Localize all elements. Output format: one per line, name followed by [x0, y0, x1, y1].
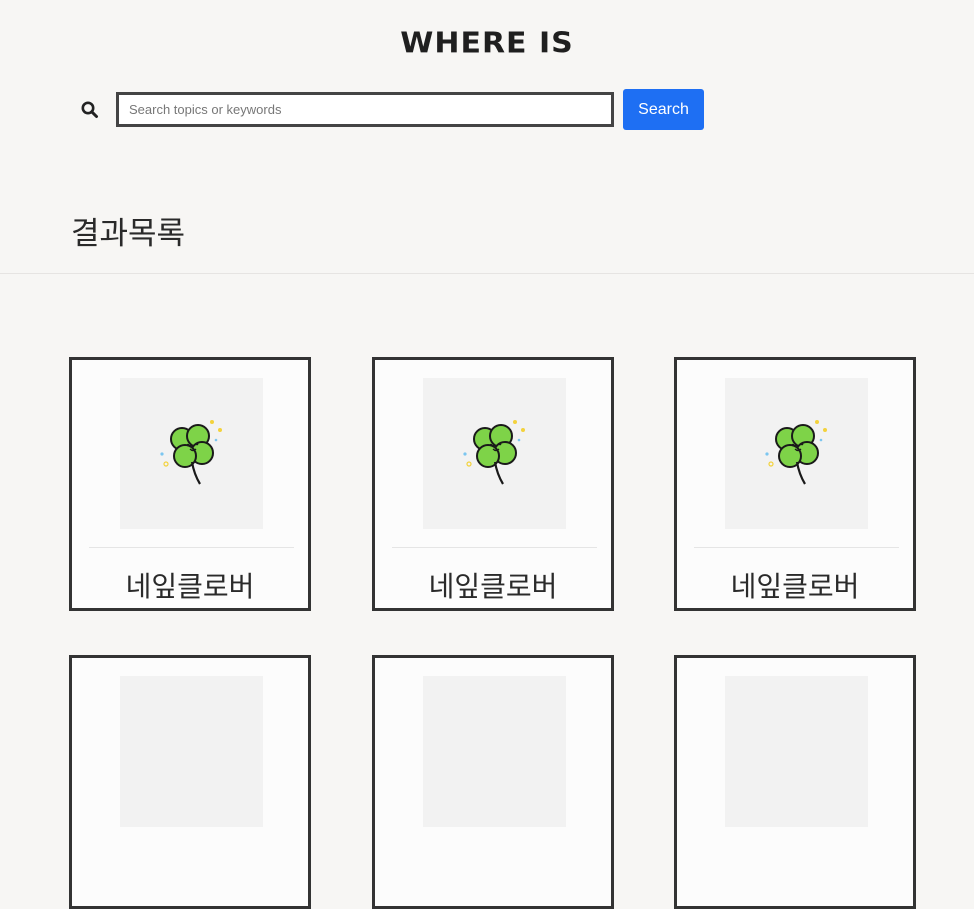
result-card[interactable]	[674, 655, 916, 909]
card-separator	[89, 547, 294, 548]
four-leaf-clover-icon	[765, 420, 827, 485]
result-card[interactable]: 네잎클로버	[69, 357, 311, 611]
section-divider	[0, 273, 974, 274]
result-thumbnail	[725, 378, 868, 529]
result-thumbnail	[120, 676, 263, 827]
result-thumbnail	[725, 676, 868, 827]
result-thumbnail	[423, 676, 566, 827]
four-leaf-clover-icon	[160, 420, 222, 485]
card-separator	[392, 547, 597, 548]
search-button[interactable]: Search	[623, 89, 704, 130]
result-card[interactable]	[69, 655, 311, 909]
result-thumbnail	[120, 378, 263, 529]
result-card[interactable]	[372, 655, 614, 909]
card-separator	[694, 547, 899, 548]
result-name: 네잎클로버	[730, 570, 860, 603]
result-name: 네잎클로버	[125, 570, 255, 603]
result-name: 네잎클로버	[428, 570, 558, 603]
search-icon	[80, 100, 100, 120]
results-title: 결과목록	[71, 216, 186, 252]
result-card[interactable]: 네잎클로버	[674, 357, 916, 611]
search-input[interactable]	[116, 92, 614, 127]
result-thumbnail	[423, 378, 566, 529]
result-card[interactable]: 네잎클로버	[372, 357, 614, 611]
site-logo[interactable]: WHERE IS	[0, 27, 974, 60]
four-leaf-clover-icon	[463, 420, 525, 485]
